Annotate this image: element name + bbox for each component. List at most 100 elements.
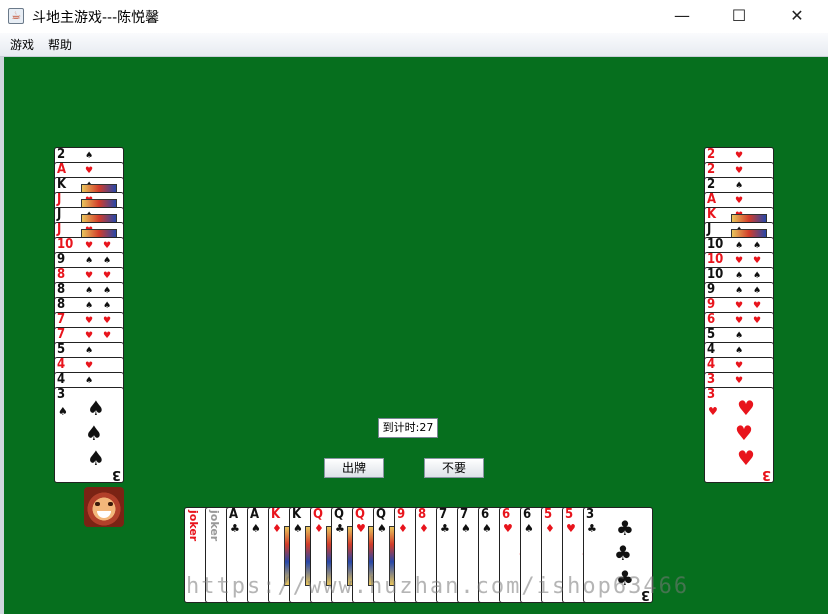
spade-icon: ♠ — [735, 346, 744, 356]
card-rank: 8 — [57, 297, 66, 312]
card-rank: Q — [313, 507, 323, 522]
player-avatar — [84, 487, 124, 527]
minimize-button[interactable]: — — [659, 0, 705, 33]
card-rank: 9 — [57, 252, 66, 267]
card-rank: 9 — [707, 297, 716, 312]
heart-pip: ♥ — [735, 421, 753, 445]
card-rank: J — [57, 207, 62, 222]
heart-icon: ♥ — [735, 301, 744, 311]
card-rank: 9 — [707, 282, 716, 297]
menu-bar: 游戏 帮助 — [0, 33, 828, 57]
spade-icon: ♠ — [461, 522, 471, 535]
card-rank: 10 — [707, 237, 724, 252]
spade-icon: ♠ — [753, 286, 762, 296]
spade-icon: ♠ — [85, 286, 94, 296]
card-rank: 4 — [57, 372, 66, 387]
spade-icon: ♠ — [735, 181, 744, 191]
joker-label: joker — [187, 510, 200, 542]
diamond-icon: ♦ — [545, 522, 555, 535]
spade-icon: ♠ — [293, 522, 303, 535]
heart-icon: ♥ — [103, 241, 112, 251]
left-player-card: 3 ♠ ♠ ♠ ♠ 3 — [54, 387, 124, 483]
spade-icon: ♠ — [85, 346, 94, 356]
club-icon: ♣ — [335, 522, 345, 535]
card-rank: 10 — [707, 267, 724, 282]
card-rank-corner: 3 — [761, 467, 771, 482]
card-rank: K — [271, 507, 281, 522]
card-rank: 3 — [707, 387, 716, 402]
card-rank: 2 — [707, 177, 716, 192]
spade-icon: ♠ — [753, 241, 762, 251]
heart-icon: ♥ — [356, 522, 366, 535]
heart-icon: ♥ — [735, 196, 744, 206]
spade-icon: ♠ — [103, 256, 112, 266]
spade-icon: ♠ — [85, 301, 94, 311]
spade-icon: ♠ — [103, 301, 112, 311]
card-rank: 2 — [57, 147, 66, 162]
card-rank: 3 — [57, 387, 66, 402]
heart-icon: ♥ — [85, 331, 94, 341]
club-icon: ♣ — [440, 522, 450, 535]
heart-icon: ♥ — [103, 271, 112, 281]
card-rank: 5 — [707, 327, 716, 342]
maximize-button[interactable]: ☐ — [716, 0, 762, 33]
card-rank: 7 — [439, 507, 448, 522]
card-rank: 7 — [57, 312, 66, 327]
heart-icon: ♥ — [103, 316, 112, 326]
card-rank: K — [57, 177, 67, 192]
spade-pip: ♠ — [87, 396, 105, 420]
heart-pip: ♥ — [737, 446, 755, 470]
countdown-timer: 到计时:27 — [378, 418, 438, 438]
pass-button[interactable]: 不要 — [424, 458, 484, 478]
play-cards-button[interactable]: 出牌 — [324, 458, 384, 478]
spade-icon: ♠ — [524, 522, 534, 535]
diamond-icon: ♦ — [272, 522, 282, 535]
spade-pip: ♠ — [87, 446, 105, 470]
card-rank: 4 — [57, 357, 66, 372]
diamond-icon: ♦ — [398, 522, 408, 535]
card-rank: 7 — [460, 507, 469, 522]
card-rank-corner: 3 — [111, 467, 121, 482]
spade-icon: ♠ — [735, 286, 744, 296]
joker-label: joker — [208, 510, 221, 542]
heart-icon: ♥ — [103, 331, 112, 341]
card-rank: K — [292, 507, 302, 522]
menu-game[interactable]: 游戏 — [10, 36, 34, 53]
heart-pip: ♥ — [737, 396, 755, 420]
heart-icon: ♥ — [753, 256, 762, 266]
spade-icon: ♠ — [85, 256, 94, 266]
spade-icon: ♠ — [251, 522, 261, 535]
club-icon: ♣ — [230, 522, 240, 535]
card-rank: 2 — [707, 162, 716, 177]
card-rank: J — [57, 222, 62, 237]
spade-icon: ♠ — [735, 271, 744, 281]
heart-icon: ♥ — [735, 166, 744, 176]
diamond-icon: ♦ — [419, 522, 429, 535]
card-rank: Q — [355, 507, 365, 522]
card-rank: Q — [376, 507, 386, 522]
heart-icon: ♥ — [85, 361, 94, 371]
java-app-icon: ☕ — [8, 8, 24, 24]
card-rank: 6 — [481, 507, 490, 522]
card-rank: K — [707, 207, 717, 222]
spade-icon: ♠ — [377, 522, 387, 535]
card-rank: 5 — [57, 342, 66, 357]
menu-help[interactable]: 帮助 — [48, 36, 72, 53]
card-rank: 6 — [523, 507, 532, 522]
diamond-icon: ♦ — [314, 522, 324, 535]
spade-icon: ♠ — [85, 151, 94, 161]
heart-icon: ♥ — [735, 256, 744, 266]
club-pip: ♣ — [616, 516, 634, 540]
window-title: 斗地主游戏---陈悦馨 — [32, 10, 160, 26]
heart-icon: ♥ — [85, 241, 94, 251]
card-rank: 8 — [57, 282, 66, 297]
card-rank: Q — [334, 507, 344, 522]
card-rank: 5 — [544, 507, 553, 522]
close-button[interactable]: ✕ — [774, 0, 820, 33]
spade-icon: ♠ — [58, 405, 68, 418]
card-rank: 8 — [418, 507, 427, 522]
card-rank: A — [229, 507, 239, 522]
spade-pip: ♠ — [85, 421, 103, 445]
heart-icon: ♥ — [503, 522, 513, 535]
right-player-card: 3 ♥ ♥ ♥ ♥ 3 — [704, 387, 774, 483]
